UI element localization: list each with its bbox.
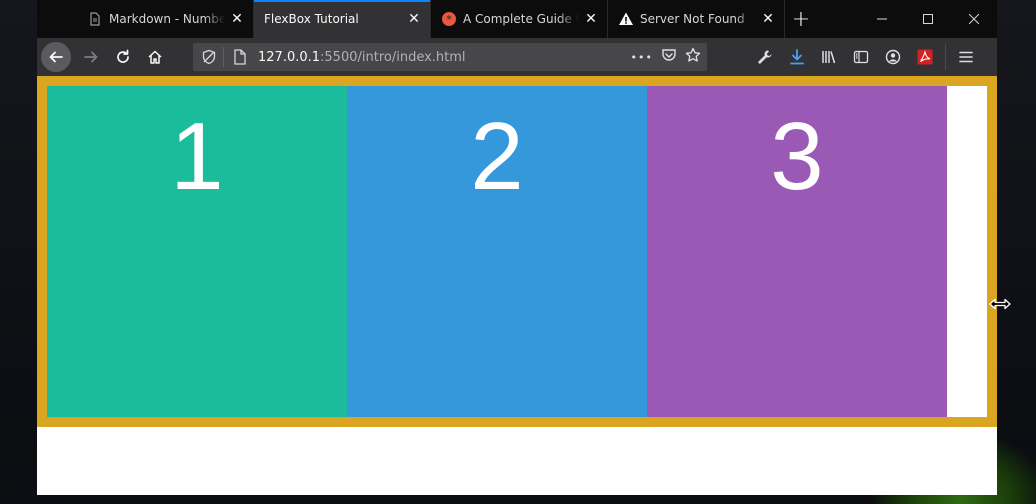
reload-icon (117, 49, 129, 63)
tab-title: Server Not Found (640, 12, 745, 26)
close-tab-icon[interactable]: ✕ (229, 11, 245, 27)
flex-item-2: 2 (347, 86, 647, 417)
tab-flexbox-tutorial[interactable]: FlexBox Tutorial ✕ (254, 0, 431, 38)
document-icon (87, 11, 103, 27)
page-content: 1 2 3 (37, 76, 997, 495)
tab-server-not-found[interactable]: Server Not Found ✕ (608, 0, 785, 38)
browser-window: Markdown - Numbered ✕ FlexBox Tutorial ✕… (37, 0, 997, 495)
address-bar[interactable]: 127.0.0.1:5500/intro/index.html ••• (193, 43, 707, 71)
toolbar-separator (945, 44, 946, 70)
flex-container: 1 2 3 (37, 76, 997, 427)
maximize-icon[interactable] (905, 0, 951, 38)
flex-item-3: 3 (647, 86, 947, 417)
reload-button[interactable] (107, 41, 139, 73)
flex-item-1: 1 (47, 86, 347, 417)
page-actions-button[interactable]: ••• (631, 51, 653, 64)
address-bar-actions: ••• (631, 47, 707, 67)
forward-button[interactable] (75, 41, 107, 73)
tab-complete-guide[interactable]: * A Complete Guide to Flexbox ✕ (431, 0, 608, 38)
window-controls (859, 0, 997, 38)
tab-title: Markdown - Numbered (109, 12, 225, 26)
new-tab-button[interactable]: + (785, 0, 817, 38)
page-info-icon[interactable] (230, 47, 250, 67)
url-separator (223, 47, 224, 67)
url-host: 127.0.0.1 (258, 49, 321, 65)
toolbar-icons (749, 41, 982, 73)
close-tab-icon[interactable]: ✕ (583, 11, 599, 27)
csstricks-icon: * (441, 11, 457, 27)
pocket-icon[interactable] (661, 47, 677, 67)
tab-strip: Markdown - Numbered ✕ FlexBox Tutorial ✕… (37, 0, 997, 38)
flex-inner: 1 2 3 (47, 86, 987, 417)
close-tab-icon[interactable]: ✕ (760, 11, 776, 27)
close-window-icon[interactable] (951, 0, 997, 38)
tab-title: FlexBox Tutorial (264, 12, 359, 26)
minimize-icon[interactable] (859, 0, 905, 38)
arrow-right-icon (84, 51, 98, 63)
close-tab-icon[interactable]: ✕ (406, 11, 422, 27)
warning-icon (618, 11, 634, 27)
library-icon[interactable] (813, 41, 845, 73)
url-path: :5500/intro/index.html (320, 49, 466, 65)
home-icon (148, 50, 162, 64)
download-icon[interactable] (781, 41, 813, 73)
account-icon[interactable] (877, 41, 909, 73)
tracking-protection-icon[interactable] (199, 47, 219, 67)
pdf-extension-icon[interactable] (909, 41, 941, 73)
home-button[interactable] (139, 41, 171, 73)
tab-markdown[interactable]: Markdown - Numbered ✕ (77, 0, 254, 38)
navigation-toolbar: 127.0.0.1:5500/intro/index.html ••• (37, 38, 997, 76)
arrow-left-icon (49, 51, 63, 63)
back-button[interactable] (41, 42, 71, 72)
wrench-icon[interactable] (749, 41, 781, 73)
hamburger-menu-icon[interactable] (950, 41, 982, 73)
sidebar-icon[interactable] (845, 41, 877, 73)
bookmark-star-icon[interactable] (685, 47, 701, 67)
tab-title: A Complete Guide to Flexbox (463, 12, 579, 26)
svg-text:*: * (446, 13, 452, 26)
resize-horizontal-cursor-icon (988, 296, 1012, 312)
url-text[interactable]: 127.0.0.1:5500/intro/index.html (258, 50, 466, 65)
tab-strip-spacer (37, 0, 77, 38)
